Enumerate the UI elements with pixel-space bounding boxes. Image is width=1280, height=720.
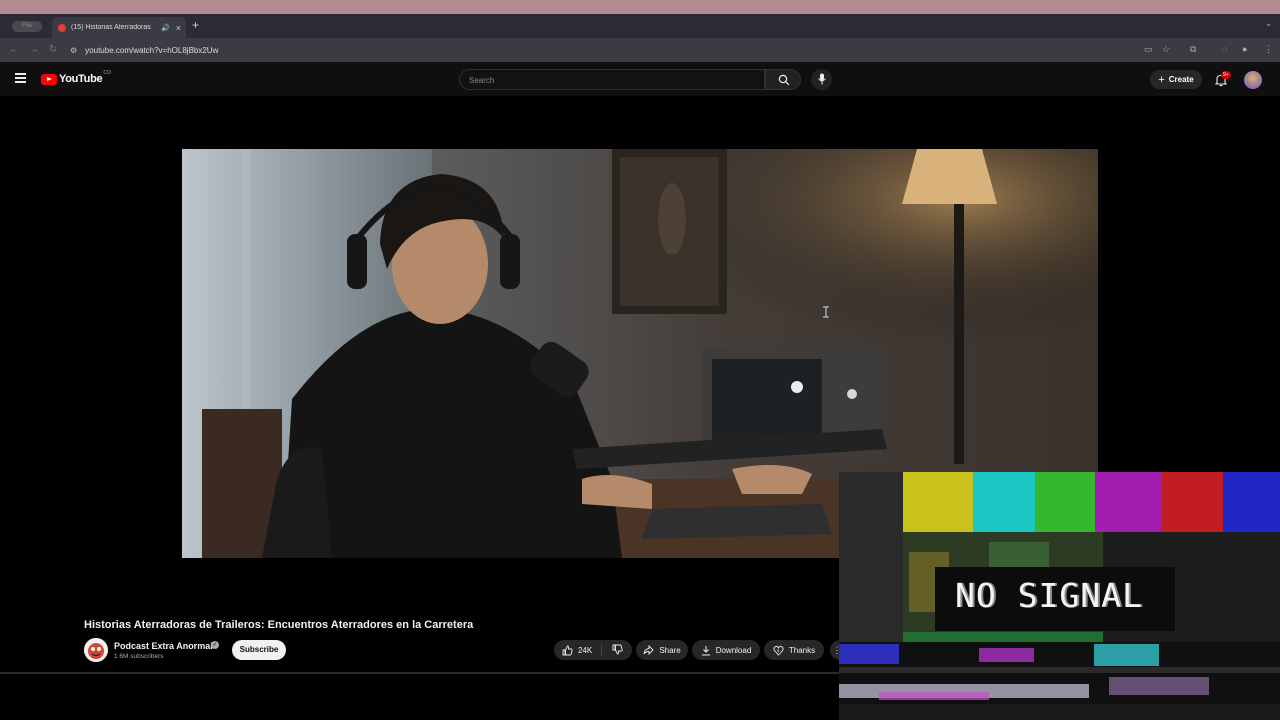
subscriber-count: 1.6M subscribers: [114, 653, 164, 660]
divider: [0, 672, 840, 674]
no-signal-overlay: NO SIGNAL: [839, 472, 1280, 720]
chrome-menu-icon[interactable]: ⋮: [1264, 44, 1273, 55]
subscribe-button[interactable]: Subscribe: [232, 640, 286, 660]
audio-playing-icon[interactable]: 🔊: [161, 24, 170, 32]
search-box: [459, 69, 765, 90]
channel-logo-image: [84, 638, 108, 662]
extensions-icon[interactable]: ⧉: [1190, 44, 1196, 55]
channel-name[interactable]: Podcast Extra Anormal: [114, 641, 213, 651]
download-button[interactable]: Download: [692, 640, 760, 660]
logo-region: CO: [103, 70, 111, 76]
dislike-button[interactable]: [602, 644, 632, 657]
profile-icon[interactable]: ●: [1242, 44, 1247, 54]
search-icon: [778, 74, 790, 86]
browser-tab-strip: File (15) Historias Aterradoras 🔊 × + ⌄: [0, 14, 1280, 38]
tab-title: (15) Historias Aterradoras: [71, 24, 151, 31]
browser-toolbar: ← → ↻ ⚙ youtube.com/watch?v=hOL8jBbx2Uw …: [0, 38, 1280, 62]
voice-search-button[interactable]: [811, 69, 832, 90]
address-bar[interactable]: ⚙ youtube.com/watch?v=hOL8jBbx2Uw: [70, 41, 1180, 59]
thumbs-down-icon: [612, 644, 623, 657]
close-tab-icon[interactable]: ×: [176, 23, 181, 33]
channel-avatar[interactable]: [84, 638, 108, 662]
share-button[interactable]: Share: [636, 640, 688, 660]
microphone-icon: [818, 73, 826, 85]
extension-icon[interactable]: ◌: [1222, 44, 1227, 54]
thanks-label: Thanks: [788, 645, 816, 655]
url-text: youtube.com/watch?v=hOL8jBbx2Uw: [85, 45, 219, 55]
account-avatar[interactable]: [1244, 71, 1262, 89]
forward-icon[interactable]: →: [29, 44, 39, 55]
site-info-icon[interactable]: ⚙: [70, 46, 77, 55]
download-icon: [701, 645, 711, 656]
bookmark-star-icon[interactable]: ☆: [1162, 44, 1170, 55]
back-icon[interactable]: ←: [9, 44, 19, 55]
like-dislike-group: 24K: [554, 640, 632, 660]
reload-icon[interactable]: ↻: [49, 44, 57, 55]
search-button[interactable]: [765, 69, 801, 90]
browser-tab-active[interactable]: (15) Historias Aterradoras 🔊 ×: [52, 17, 186, 38]
thumbs-up-icon: [562, 645, 573, 656]
create-label: Create: [1168, 75, 1194, 84]
share-label: Share: [659, 645, 681, 655]
menu-icon[interactable]: [15, 73, 26, 85]
download-label: Download: [715, 645, 752, 655]
thanks-button[interactable]: $ Thanks: [764, 640, 824, 660]
plus-icon: +: [1158, 73, 1165, 86]
svg-text:$: $: [777, 648, 780, 653]
youtube-favicon-icon: [58, 23, 66, 32]
share-icon: [643, 645, 654, 655]
verified-check-icon: ✓: [211, 641, 219, 649]
like-count: 24K: [578, 645, 593, 655]
super-thanks-icon: $: [773, 645, 784, 656]
logo-text: YouTube: [59, 73, 103, 85]
no-signal-text: NO SIGNAL: [955, 576, 1143, 615]
mouse-cursor-icon: [823, 306, 829, 318]
youtube-logo[interactable]: YouTube CO: [41, 70, 111, 85]
create-button[interactable]: + Create: [1150, 70, 1202, 89]
tab-group-pill[interactable]: File: [12, 21, 42, 32]
notification-badge: 9+: [1221, 71, 1231, 79]
cast-icon[interactable]: ▭: [1144, 44, 1153, 55]
youtube-header: YouTube CO + Create 9+: [0, 62, 1280, 96]
new-tab-icon[interactable]: +: [192, 18, 199, 32]
tab-search-icon[interactable]: ⌄: [1265, 19, 1272, 28]
video-title: Historias Aterradoras de Traileros: Encu…: [84, 619, 474, 631]
youtube-play-icon: [41, 73, 57, 85]
macos-menu-bar: [0, 0, 1280, 14]
search-input[interactable]: [460, 71, 764, 90]
like-button[interactable]: 24K: [554, 643, 602, 657]
